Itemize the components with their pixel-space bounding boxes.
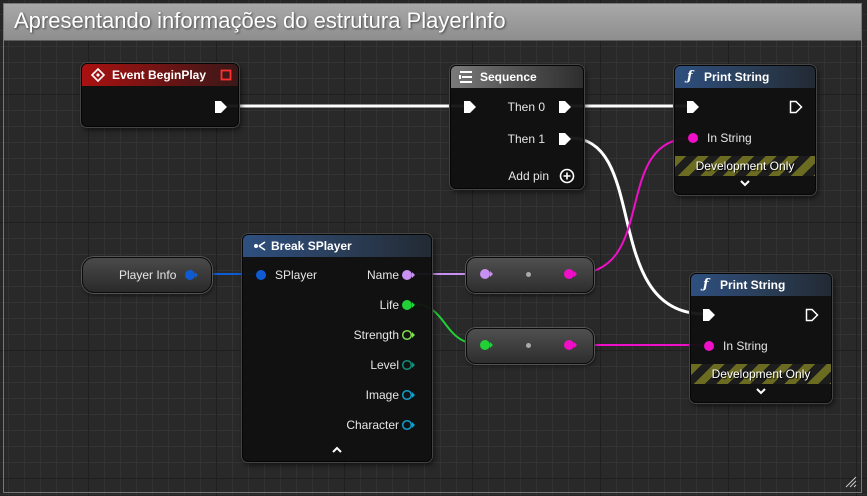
name-output-pin[interactable]	[401, 269, 415, 281]
break-splayer-node[interactable]: Break SPlayer SPlayer Name Life Strength…	[242, 234, 432, 462]
conversion-dot	[526, 343, 531, 348]
string-output-pin[interactable]	[563, 339, 577, 351]
life-output-pin[interactable]	[401, 299, 415, 311]
chevron-up-icon[interactable]	[331, 446, 343, 454]
exec-in-pin[interactable]	[463, 100, 477, 114]
then1-label: Then 1	[507, 132, 545, 146]
blueprint-graph-canvas[interactable]: Apresentando informações do estrutura Pl…	[0, 0, 867, 496]
event-beginplay-title: Event BeginPlay	[112, 68, 207, 82]
exec-out-pin[interactable]	[789, 100, 803, 114]
in-string-pin[interactable]	[703, 340, 715, 352]
development-only-label: Development Only	[711, 367, 811, 381]
exec-in-pin[interactable]	[686, 100, 700, 114]
splayer-in-label: SPlayer	[275, 268, 318, 282]
int-input-pin[interactable]	[479, 339, 493, 351]
print-string-node-2[interactable]: ƒ Print String In String Development Onl…	[690, 273, 832, 403]
image-output-pin[interactable]	[401, 389, 415, 401]
name-input-pin[interactable]	[479, 268, 493, 280]
name-to-string-conversion-node[interactable]	[466, 257, 594, 293]
strength-output-label: Strength	[353, 328, 399, 342]
splayer-in-pin[interactable]	[255, 269, 267, 281]
level-output-pin[interactable]	[401, 359, 415, 371]
exec-out-pin[interactable]	[214, 100, 228, 114]
player-info-label: Player Info	[119, 268, 177, 282]
character-output-pin[interactable]	[401, 419, 415, 431]
event-beginplay-header[interactable]: Event BeginPlay	[82, 64, 238, 86]
print-string-2-title: Print String	[720, 278, 786, 292]
level-output-label: Level	[370, 358, 399, 372]
player-info-variable-node[interactable]: Player Info	[82, 257, 212, 293]
add-pin-button[interactable]: Add pin	[508, 169, 549, 183]
break-struct-icon	[254, 241, 266, 251]
function-f-icon: ƒ	[687, 69, 693, 84]
print-string-2-header[interactable]: ƒ Print String	[691, 274, 831, 296]
event-beginplay-node[interactable]: Event BeginPlay	[81, 63, 239, 127]
string-output-pin[interactable]	[563, 268, 577, 280]
then0-label: Then 0	[507, 100, 545, 114]
plus-circle-icon[interactable]	[559, 168, 575, 184]
sequence-header[interactable]: Sequence	[451, 66, 583, 88]
conversion-dot	[526, 272, 531, 277]
sequence-icon	[459, 71, 472, 83]
struct-out-pin[interactable]	[184, 269, 198, 281]
int-to-string-conversion-node[interactable]	[466, 328, 594, 364]
exec-in-pin[interactable]	[702, 308, 716, 322]
then1-exec-pin[interactable]	[558, 132, 572, 146]
break-splayer-title: Break SPlayer	[271, 239, 352, 253]
diamond-event-icon	[91, 68, 105, 82]
print-string-1-header[interactable]: ƒ Print String	[675, 66, 815, 88]
delegate-pin-icon[interactable]	[220, 69, 232, 81]
character-output-label: Character	[346, 418, 399, 432]
in-string-pin[interactable]	[687, 132, 699, 144]
name-output-label: Name	[366, 268, 399, 282]
exec-out-pin[interactable]	[805, 308, 819, 322]
image-output-label: Image	[365, 388, 399, 402]
sequence-node[interactable]: Sequence Then 0 Then 1 Add pin	[450, 65, 584, 189]
print-string-1-title: Print String	[704, 70, 770, 84]
break-splayer-header[interactable]: Break SPlayer	[243, 235, 431, 257]
chevron-down-icon[interactable]	[739, 179, 751, 187]
in-string-label: In String	[707, 131, 752, 145]
sequence-title: Sequence	[480, 70, 537, 84]
function-f-icon: ƒ	[703, 277, 709, 292]
chevron-down-icon[interactable]	[755, 387, 767, 395]
life-output-label: Life	[379, 298, 399, 312]
development-only-label: Development Only	[695, 159, 795, 173]
print-string-node-1[interactable]: ƒ Print String In String Development Onl…	[674, 65, 816, 195]
then0-exec-pin[interactable]	[558, 100, 572, 114]
in-string-label: In String	[723, 339, 768, 353]
strength-output-pin[interactable]	[401, 329, 415, 341]
